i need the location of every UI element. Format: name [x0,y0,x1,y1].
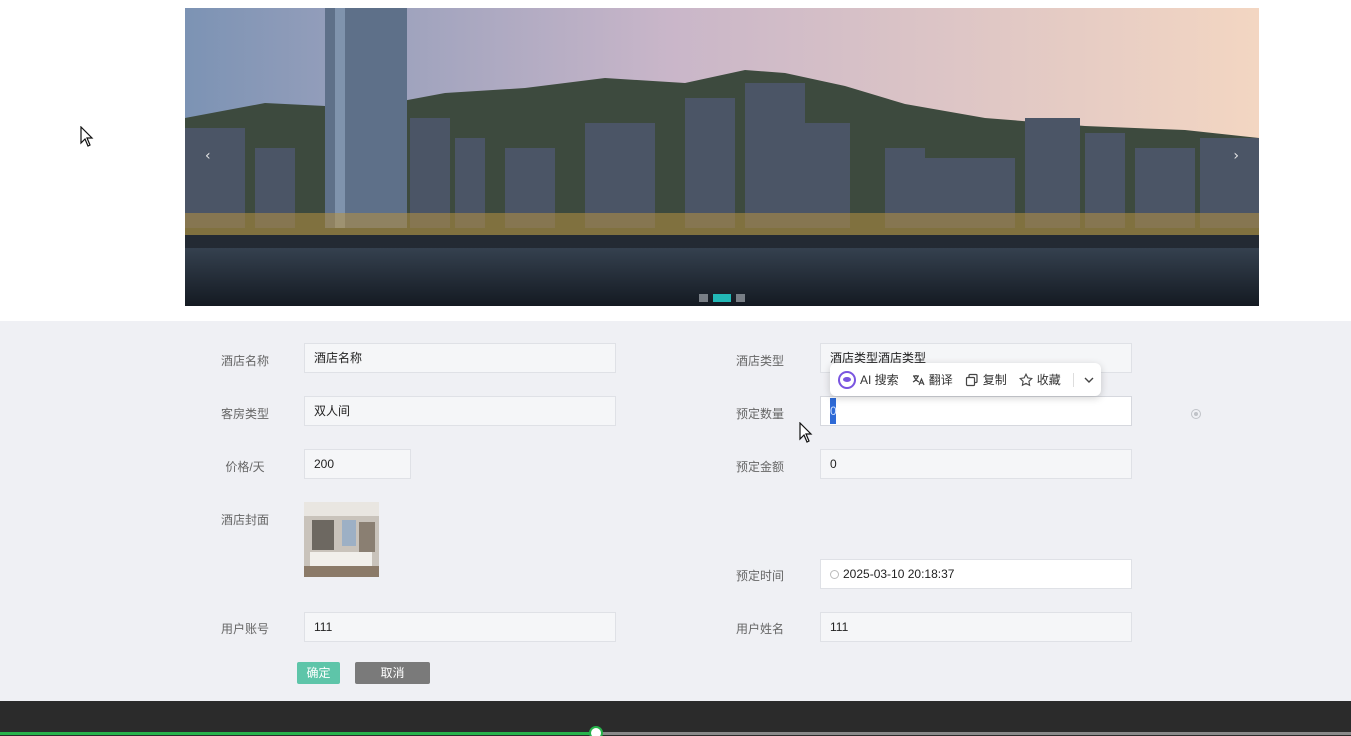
prev-slide-icon[interactable]: ‹ [205,148,211,164]
hotel-name-label: 酒店名称 [220,354,269,368]
copy-button[interactable]: 复制 [965,371,1007,388]
page: ‹ › 酒店名称 酒店名称 酒店类型 酒店类型酒店类型 客房类型 双人间 预定数… [0,0,1351,736]
translate-button[interactable]: 翻译 [911,371,953,388]
clock-icon [830,570,839,579]
star-icon [1018,372,1033,386]
room-type-field[interactable]: 双人间 [304,396,616,426]
carousel-indicators [185,294,1259,302]
user-account-field[interactable]: 111 [304,612,616,642]
ai-logo-icon [838,370,856,389]
booking-time-value: 2025-03-10 20:18:37 [843,567,955,581]
cancel-button[interactable]: 取消 [355,662,430,684]
price-per-day-field[interactable]: 200 [304,449,411,479]
ai-search-button[interactable]: AI 搜索 [838,370,899,389]
carousel-dot[interactable] [736,294,745,302]
ai-selection-toolbar: AI 搜索 翻译 复制 收藏 [830,363,1101,396]
clear-icon[interactable] [1191,409,1201,419]
favorite-label: 收藏 [1036,373,1061,387]
booking-qty-label: 预定数量 [735,407,784,421]
hotel-cover-image[interactable] [304,502,379,577]
progress-fill [0,732,596,735]
toolbar-divider [1072,372,1074,387]
carousel-dot-active[interactable] [713,294,731,302]
user-name-label: 用户姓名 [735,622,784,636]
copy-label: 复制 [982,373,1007,387]
translate-icon [912,374,925,385]
selected-text: 0 [830,398,837,424]
progress-track[interactable] [0,726,1351,736]
hotel-cover-label: 酒店封面 [220,513,269,527]
booking-time-field[interactable]: 2025-03-10 20:18:37 [820,559,1132,589]
next-slide-icon[interactable]: › [1233,148,1239,164]
room-type-label: 客房类型 [220,407,269,421]
booking-amount-label: 预定金额 [735,460,784,474]
translate-label: 翻译 [928,373,953,387]
confirm-button[interactable]: 确定 [297,662,340,684]
city-skyline-image [185,8,1259,306]
user-account-label: 用户账号 [220,622,269,636]
price-per-day-label: 价格/天 [225,460,265,474]
booking-time-label: 预定时间 [735,569,784,583]
hotel-name-field[interactable]: 酒店名称 [304,343,616,373]
chevron-down-icon[interactable] [1082,373,1096,387]
video-player-bar [0,701,1351,736]
ai-search-label: AI 搜索 [860,373,899,387]
hero-carousel[interactable]: ‹ › [185,8,1259,306]
booking-qty-field[interactable]: 0 [820,396,1132,426]
hotel-type-label: 酒店类型 [735,354,784,368]
booking-amount-field[interactable]: 0 [820,449,1132,479]
favorite-button[interactable]: 收藏 [1018,371,1061,388]
carousel-dot[interactable] [699,294,708,302]
user-name-field[interactable]: 111 [820,612,1132,642]
progress-knob[interactable] [588,726,603,736]
booking-form: 酒店名称 酒店名称 酒店类型 酒店类型酒店类型 客房类型 双人间 预定数量 0 … [0,321,1351,701]
copy-icon [965,373,978,386]
